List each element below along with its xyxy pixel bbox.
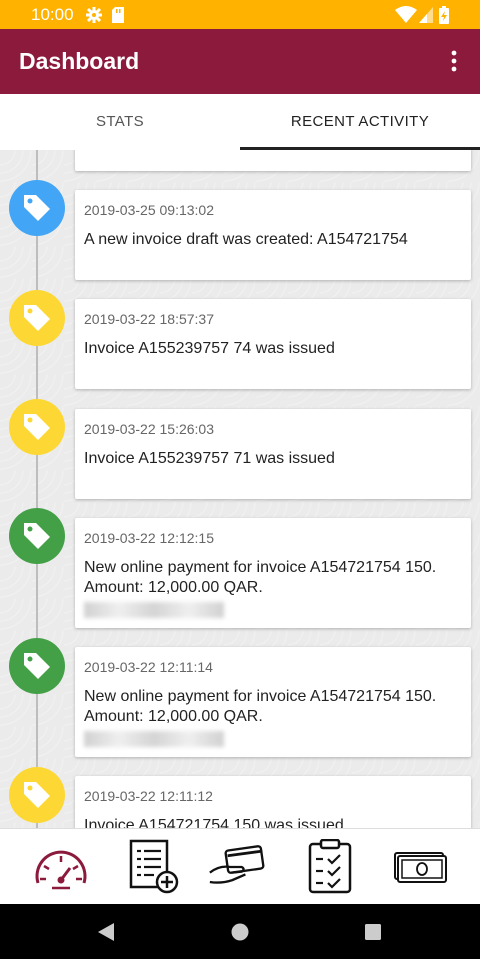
activity-message: New online payment for invoice A15472175… bbox=[84, 559, 437, 596]
activity-message: New online payment for invoice A15472175… bbox=[84, 688, 437, 725]
activity-timestamp: 2019-03-22 12:11:12 bbox=[84, 788, 213, 804]
add-invoice-icon[interactable] bbox=[126, 839, 184, 895]
speedometer-icon[interactable] bbox=[32, 839, 90, 895]
activity-message: Invoice A155239757 74 was issued bbox=[84, 340, 335, 357]
activity-tag-icon bbox=[9, 180, 65, 236]
sdcard-icon bbox=[112, 7, 124, 23]
home-icon[interactable] bbox=[230, 922, 250, 942]
activity-timestamp: 2019-03-22 12:12:15 bbox=[84, 530, 214, 546]
activity-message: A new invoice draft was created: A154721… bbox=[84, 231, 408, 248]
battery-icon bbox=[439, 6, 449, 24]
activity-card-partial[interactable] bbox=[75, 150, 471, 171]
checklist-icon[interactable] bbox=[301, 839, 359, 895]
redacted-link bbox=[84, 602, 224, 618]
bottom-nav bbox=[0, 828, 480, 904]
activity-tag-icon bbox=[9, 767, 65, 823]
activity-card[interactable]: 2019-03-22 15:26:03 Invoice A155239757 7… bbox=[75, 409, 471, 499]
activity-timestamp: 2019-03-22 18:57:37 bbox=[84, 311, 214, 327]
activity-tag-icon bbox=[9, 638, 65, 694]
activity-timestamp: 2019-03-22 12:11:14 bbox=[84, 659, 213, 675]
recents-icon[interactable] bbox=[364, 923, 382, 941]
timeline-line bbox=[36, 150, 38, 828]
app-bar: Dashboard bbox=[0, 29, 480, 94]
redacted-link bbox=[84, 731, 224, 747]
signal-icon bbox=[419, 7, 433, 23]
status-time: 10:00 bbox=[31, 5, 74, 24]
activity-timestamp: 2019-03-25 09:13:02 bbox=[84, 202, 214, 218]
activity-card[interactable]: 2019-03-25 09:13:02 A new invoice draft … bbox=[75, 190, 471, 280]
system-nav-bar bbox=[0, 904, 480, 959]
activity-card[interactable]: 2019-03-22 12:11:12 Invoice A154721754 1… bbox=[75, 776, 471, 828]
wifi-icon bbox=[395, 6, 417, 23]
settings-icon bbox=[86, 7, 102, 23]
more-options-icon[interactable] bbox=[443, 47, 465, 75]
activity-message: Invoice A154721754 150 was issued bbox=[84, 817, 344, 828]
tab-stats[interactable]: STATS bbox=[0, 94, 240, 150]
activity-tag-icon bbox=[9, 399, 65, 455]
activity-feed[interactable]: 2019-03-25 09:13:02 A new invoice draft … bbox=[0, 150, 480, 828]
tab-recent-activity[interactable]: RECENT ACTIVITY bbox=[240, 94, 480, 150]
activity-timestamp: 2019-03-22 15:26:03 bbox=[84, 421, 214, 437]
page-title: Dashboard bbox=[19, 48, 140, 74]
activity-card[interactable]: 2019-03-22 18:57:37 Invoice A155239757 7… bbox=[75, 299, 471, 389]
activity-tag-icon bbox=[9, 290, 65, 346]
activity-card[interactable]: 2019-03-22 12:11:14 New online payment f… bbox=[75, 647, 471, 757]
cash-icon[interactable] bbox=[391, 839, 449, 895]
status-bar: 10:00 bbox=[0, 0, 480, 29]
card-payment-icon[interactable] bbox=[208, 839, 266, 895]
tab-bar: STATS RECENT ACTIVITY bbox=[0, 94, 480, 150]
activity-card[interactable]: 2019-03-22 12:12:15 New online payment f… bbox=[75, 518, 471, 628]
activity-tag-icon bbox=[9, 508, 65, 564]
back-icon[interactable] bbox=[96, 922, 116, 942]
activity-message: Invoice A155239757 71 was issued bbox=[84, 450, 335, 467]
